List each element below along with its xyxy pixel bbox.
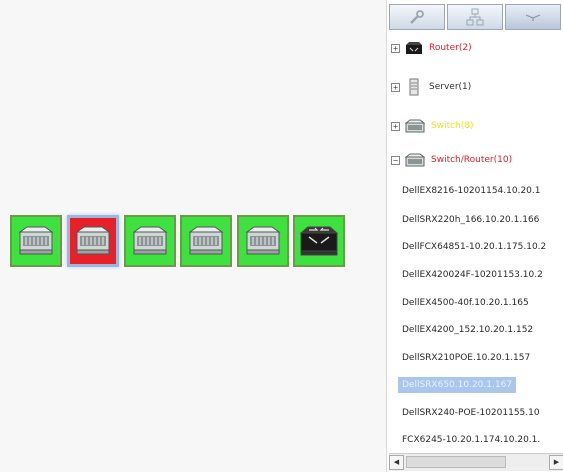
panel-tabs (389, 4, 563, 32)
horizontal-scrollbar[interactable]: ◀ ▶ (389, 453, 563, 471)
tree-group-label: Router(2) (429, 43, 472, 53)
expand-icon[interactable]: + (391, 82, 400, 92)
scrollbar-thumb[interactable] (406, 456, 506, 468)
tree-group-router[interactable]: + Router(2) (391, 38, 472, 58)
tab-tools[interactable] (389, 4, 445, 30)
scroll-right-icon[interactable]: ▶ (549, 455, 563, 470)
router-icon (299, 226, 339, 256)
switch-router-node[interactable] (237, 215, 289, 267)
tree-leaf[interactable]: DellEX4500-40f.10.20.1.165 (402, 295, 529, 311)
device-tree-panel: + Router(2) + Server(1) + Switch(8) − Sw… (386, 0, 563, 472)
tree-group-label: Server(1) (429, 82, 472, 92)
switch-router-icon (132, 226, 168, 255)
scroll-left-icon[interactable]: ◀ (389, 455, 404, 470)
switch-router-node-selected[interactable] (67, 215, 119, 267)
tree-group-server[interactable]: + Server(1) (391, 77, 471, 97)
switch-router-node[interactable] (180, 215, 232, 267)
topology-icon (466, 8, 484, 26)
router-node[interactable] (293, 215, 345, 267)
wrench-icon (410, 10, 424, 24)
tree-leaf[interactable]: DellEX420024F-10201153.10.2 (402, 267, 543, 283)
router-icon (406, 42, 422, 54)
expand-icon[interactable]: + (391, 43, 400, 53)
tree-leaf[interactable]: DellEX8216-10201154.10.20.1 (402, 183, 541, 199)
switch-icon (405, 119, 425, 133)
tree-leaf[interactable]: DellSRX220h_166.10.20.1.166 (402, 212, 539, 228)
tab-devices[interactable] (505, 4, 561, 30)
switch-router-icon (245, 226, 281, 255)
server-icon (409, 78, 419, 96)
switch-router-icon (405, 153, 425, 167)
switch-router-node[interactable] (10, 215, 62, 267)
tree-leaf-selected[interactable]: DellSRX650.10.20.1.167 (398, 377, 517, 393)
tab-topology[interactable] (447, 4, 503, 30)
tree-group-switch[interactable]: + Switch(8) (391, 116, 474, 136)
topology-canvas[interactable] (0, 0, 386, 472)
device-icon (525, 14, 541, 21)
switch-router-icon (75, 226, 111, 255)
switch-router-icon (18, 226, 54, 255)
tree-group-label: Switch/Router(10) (431, 155, 513, 165)
tree-leaf[interactable]: DellFCX64851-10.20.1.175.10.2 (402, 239, 546, 255)
tree-leaf[interactable]: DellSRX210POE.10.20.1.157 (402, 350, 530, 366)
tree-group-label: Switch(8) (431, 121, 474, 131)
switch-router-icon (188, 226, 224, 255)
switch-router-node[interactable] (124, 215, 176, 267)
tree-leaf[interactable]: DellEX4200_152.10.20.1.152 (402, 322, 533, 338)
expand-icon[interactable]: + (391, 121, 400, 131)
tree-leaf[interactable]: FCX6245-10.20.1.174.10.20.1. (402, 432, 540, 448)
tree-group-switch-router[interactable]: − Switch/Router(10) (391, 150, 512, 170)
tree-leaf[interactable]: DellSRX240-POE-10201155.10 (402, 405, 540, 421)
collapse-icon[interactable]: − (391, 155, 400, 165)
device-tree: + Router(2) + Server(1) + Switch(8) − Sw… (387, 32, 563, 452)
